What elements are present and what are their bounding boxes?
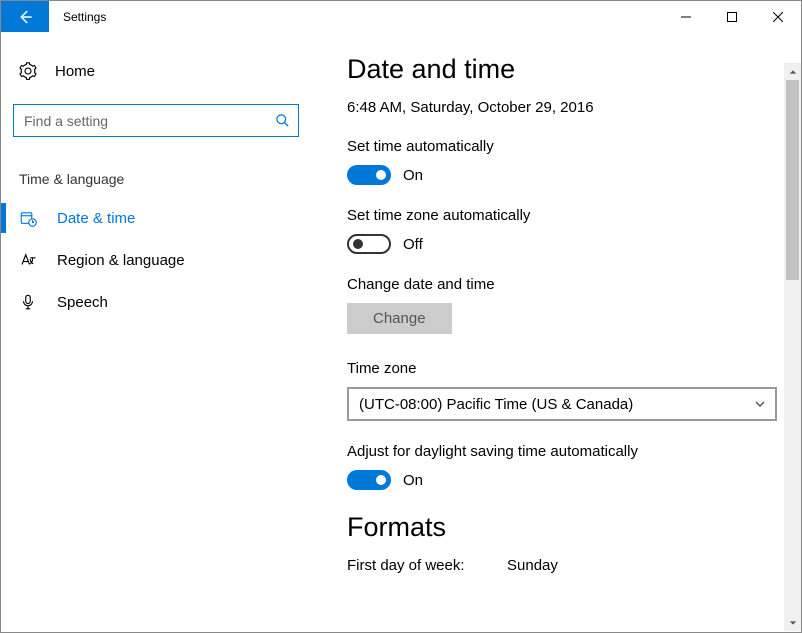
search-input[interactable]: Find a setting bbox=[13, 104, 299, 137]
set-time-auto-toggle[interactable] bbox=[347, 165, 391, 185]
sidebar-item-label: Speech bbox=[57, 294, 108, 311]
vertical-scrollbar[interactable] bbox=[784, 63, 801, 631]
formats-title: Formats bbox=[347, 512, 781, 543]
window-title: Settings bbox=[49, 1, 106, 32]
dst-label: Adjust for daylight saving time automati… bbox=[347, 443, 781, 460]
minimize-button[interactable] bbox=[663, 1, 709, 32]
sidebar-item-label: Region & language bbox=[57, 252, 185, 269]
sidebar-item-region-language[interactable]: Region & language bbox=[1, 239, 311, 281]
titlebar: Settings bbox=[1, 1, 801, 32]
change-datetime-label: Change date and time bbox=[347, 276, 781, 293]
sidebar: Home Find a setting Time & language Date… bbox=[1, 32, 311, 632]
maximize-icon bbox=[727, 12, 737, 22]
timezone-dropdown[interactable]: (UTC-08:00) Pacific Time (US & Canada) bbox=[347, 387, 777, 421]
sidebar-item-speech[interactable]: Speech bbox=[1, 281, 311, 323]
dst-toggle[interactable] bbox=[347, 470, 391, 490]
minimize-icon bbox=[681, 12, 691, 22]
first-day-value: Sunday bbox=[507, 557, 558, 574]
first-day-label: First day of week: bbox=[347, 557, 477, 574]
set-tz-auto-label: Set time zone automatically bbox=[347, 207, 781, 224]
change-button[interactable]: Change bbox=[347, 303, 452, 334]
timezone-label: Time zone bbox=[347, 360, 781, 377]
gear-icon bbox=[19, 62, 37, 80]
sidebar-group-label: Time & language bbox=[1, 137, 311, 197]
set-time-auto-label: Set time automatically bbox=[347, 138, 781, 155]
calendar-clock-icon bbox=[19, 209, 37, 227]
set-tz-auto-toggle[interactable] bbox=[347, 234, 391, 254]
arrow-left-icon bbox=[16, 8, 34, 26]
search-placeholder: Find a setting bbox=[24, 113, 275, 129]
sidebar-item-date-time[interactable]: Date & time bbox=[1, 197, 311, 239]
chevron-down-icon bbox=[755, 399, 765, 409]
home-label: Home bbox=[55, 63, 95, 80]
close-icon bbox=[773, 12, 783, 22]
timezone-value: (UTC-08:00) Pacific Time (US & Canada) bbox=[359, 396, 633, 413]
window-controls bbox=[663, 1, 801, 32]
dst-state: On bbox=[403, 472, 423, 489]
scrollbar-thumb[interactable] bbox=[786, 80, 799, 280]
sidebar-item-label: Date & time bbox=[57, 210, 135, 227]
language-icon bbox=[19, 251, 37, 269]
set-time-auto-state: On bbox=[403, 167, 423, 184]
maximize-button[interactable] bbox=[709, 1, 755, 32]
page-title: Date and time bbox=[347, 54, 781, 85]
scroll-down-arrow[interactable] bbox=[784, 614, 801, 631]
current-datetime: 6:48 AM, Saturday, October 29, 2016 bbox=[347, 99, 781, 116]
set-tz-auto-state: Off bbox=[403, 236, 423, 253]
back-button[interactable] bbox=[1, 1, 49, 32]
microphone-icon bbox=[19, 293, 37, 311]
search-icon bbox=[275, 113, 290, 128]
content-pane: Date and time 6:48 AM, Saturday, October… bbox=[311, 32, 801, 632]
close-button[interactable] bbox=[755, 1, 801, 32]
home-nav[interactable]: Home bbox=[1, 54, 311, 88]
scroll-up-arrow[interactable] bbox=[784, 63, 801, 80]
